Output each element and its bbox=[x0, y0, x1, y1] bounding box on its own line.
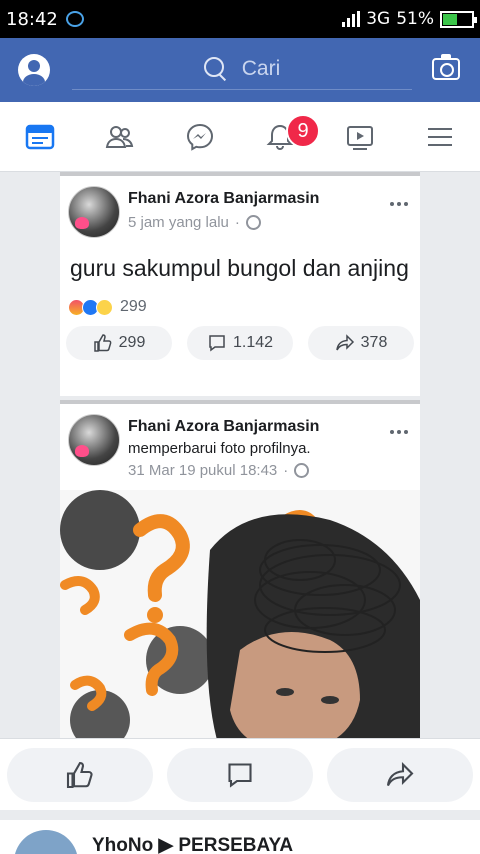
feed-divider bbox=[0, 810, 480, 820]
watch-icon bbox=[347, 125, 373, 150]
post-time[interactable]: 5 jam yang lalu bbox=[128, 214, 229, 231]
avatar[interactable] bbox=[68, 414, 120, 466]
profile-icon[interactable] bbox=[18, 54, 50, 86]
comment-button[interactable]: 1.142 bbox=[187, 326, 293, 360]
post-card: Fhani Azora Banjarmasin 5 jam yang lalu … bbox=[60, 172, 420, 396]
search-icon bbox=[203, 56, 228, 81]
top-bar: Cari bbox=[0, 38, 480, 102]
tab-messenger[interactable] bbox=[160, 102, 240, 171]
avatar[interactable] bbox=[68, 186, 120, 238]
tab-news-feed[interactable] bbox=[0, 102, 80, 171]
post-card: Fhani Azora Banjarmasin memperbarui foto… bbox=[60, 400, 420, 738]
profile-photo-image bbox=[60, 490, 420, 738]
share-icon bbox=[335, 334, 354, 351]
like-button[interactable] bbox=[7, 747, 153, 802]
battery-percent: 51% bbox=[396, 9, 434, 29]
news-feed-icon bbox=[25, 124, 55, 149]
notification-badge: 9 bbox=[286, 114, 320, 148]
friends-icon bbox=[105, 125, 134, 148]
tab-friends[interactable] bbox=[80, 102, 160, 171]
comment-count: 1.142 bbox=[232, 334, 274, 351]
post-author[interactable]: YhoNo ▶ PERSEBAYA bbox=[92, 834, 293, 854]
comment-button[interactable] bbox=[167, 747, 313, 802]
share-icon bbox=[386, 761, 414, 786]
search-input[interactable]: Cari bbox=[72, 48, 412, 90]
wow-reaction-icon bbox=[96, 298, 113, 316]
reaction-summary[interactable]: 299 bbox=[60, 284, 420, 316]
post-author[interactable]: Fhani Azora Banjarmasin bbox=[128, 418, 319, 436]
post-header: Fhani Azora Banjarmasin 5 jam yang lalu … bbox=[60, 176, 420, 238]
post-actions: 299 1.142 378 bbox=[60, 316, 420, 368]
tab-watch[interactable] bbox=[320, 102, 400, 171]
globe-icon bbox=[294, 463, 310, 478]
thumbs-up-icon bbox=[93, 334, 112, 352]
post-text: guru sakumpul bungol dan anjing bbox=[70, 255, 409, 281]
comment-icon bbox=[209, 335, 225, 352]
thumbs-up-icon bbox=[66, 761, 93, 788]
like-button[interactable]: 299 bbox=[66, 326, 172, 360]
meta-separator: · bbox=[283, 462, 289, 479]
search-placeholder: Cari bbox=[241, 56, 281, 80]
like-count: 299 bbox=[118, 334, 146, 351]
network-type: 3G bbox=[366, 9, 391, 29]
share-button[interactable]: 378 bbox=[308, 326, 414, 360]
tab-menu[interactable] bbox=[400, 102, 480, 171]
signal-icon bbox=[342, 11, 361, 27]
post-subtitle: memperbarui foto profilnya. bbox=[128, 440, 311, 457]
camera-icon[interactable] bbox=[432, 54, 460, 80]
reaction-icons bbox=[68, 298, 113, 316]
post-meta: 31 Mar 19 pukul 18:43 · bbox=[128, 462, 310, 479]
share-count: 378 bbox=[360, 334, 388, 351]
message-icon bbox=[65, 11, 84, 27]
post-time[interactable]: 31 Mar 19 pukul 18:43 bbox=[128, 462, 277, 479]
menu-icon bbox=[428, 127, 452, 146]
globe-icon bbox=[245, 215, 261, 230]
status-right: 3G 51% bbox=[342, 9, 477, 29]
more-options-icon[interactable] bbox=[390, 430, 408, 434]
post-author[interactable]: Fhani Azora Banjarmasin bbox=[128, 190, 319, 208]
more-options-icon[interactable] bbox=[390, 202, 408, 206]
post-meta: 5 jam yang lalu · bbox=[128, 214, 261, 231]
reaction-count: 299 bbox=[120, 298, 147, 315]
share-button[interactable] bbox=[327, 747, 473, 802]
bottom-action-bar bbox=[0, 738, 480, 810]
comment-icon bbox=[228, 762, 252, 788]
meta-separator: · bbox=[234, 214, 240, 231]
nav-tabs: 9 bbox=[0, 102, 480, 172]
tab-notifications[interactable]: 9 bbox=[240, 102, 320, 171]
profile-photo[interactable] bbox=[60, 490, 420, 738]
status-time: 18:42 bbox=[6, 8, 58, 30]
status-bar: 18:42 3G 51% bbox=[0, 0, 480, 38]
battery-icon bbox=[440, 10, 477, 28]
news-feed: Fhani Azora Banjarmasin 5 jam yang lalu … bbox=[0, 172, 480, 738]
post-header: Fhani Azora Banjarmasin memperbarui foto… bbox=[60, 404, 420, 479]
post-card: YhoNo ▶ PERSEBAYA bbox=[0, 820, 480, 854]
avatar[interactable] bbox=[14, 830, 78, 854]
messenger-icon bbox=[186, 123, 214, 151]
